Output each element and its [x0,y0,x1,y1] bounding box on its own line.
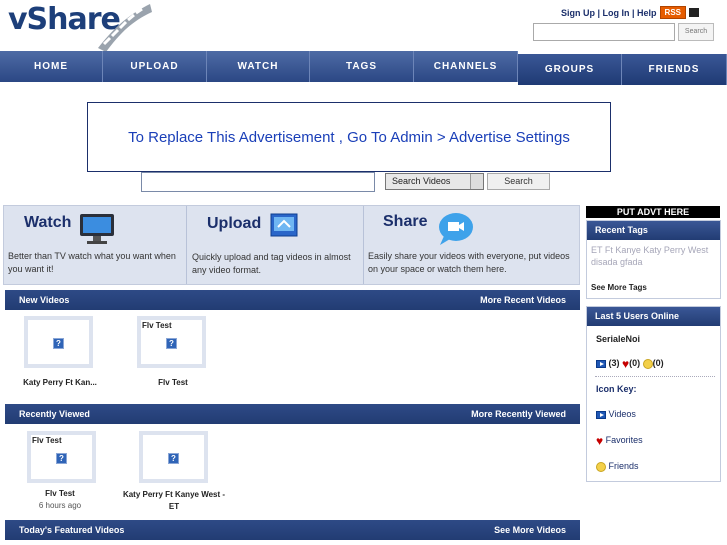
featured-videos-title: Today's Featured Videos [19,525,125,535]
more-recently-viewed-link[interactable]: More Recently Viewed [471,409,566,419]
recent-tags-box: Recent Tags ET Ft Kanye Katy Perry West … [586,220,721,299]
thumbnail-label: Flv Test [142,321,172,330]
new-videos-title: New Videos [19,295,70,305]
video-chat-bubble-icon [439,213,473,245]
video-thumbnail[interactable]: Flv Test ? [27,431,96,483]
more-recent-videos-link[interactable]: More Recent Videos [480,295,566,305]
missing-image-icon: ? [166,338,177,349]
icon-key-videos: Videos [596,409,636,419]
nav-friends[interactable]: FRIENDS [622,54,727,85]
feature-share-desc: Easily share your videos with everyone, … [368,251,570,274]
icon-key-favorites-label: Favorites [605,435,643,445]
nav-channels[interactable]: CHANNELS [414,51,518,82]
recently-viewed-header: Recently Viewed More Recently Viewed [5,404,580,424]
video-viewed-time: 6 hours ago [38,501,82,510]
features-panel: Watch Better than TV watch what you want… [3,205,580,285]
video-title[interactable]: Flv Test [17,489,103,498]
video-title[interactable]: Katy Perry Ft Kan... [5,378,115,387]
feature-watch-desc: Better than TV watch what you want when … [8,251,176,274]
video-thumbnail[interactable]: Flv Test ? [137,316,206,368]
feature-upload-title: Upload [207,215,262,232]
recent-tags-title: Recent Tags [587,221,720,240]
users-online-title: Last 5 Users Online [587,307,720,326]
main-nav: HOME UPLOAD WATCH TAGS CHANNELS GROUPS F… [0,51,727,85]
divider [595,376,715,377]
recently-viewed-title: Recently Viewed [19,409,90,419]
search-type-value: Search Videos [392,176,451,186]
nav-groups[interactable]: GROUPS [518,54,622,85]
top-links: Sign Up | Log In | Help RSS [561,6,699,19]
video-icon [596,359,606,368]
sidebar-advertisement[interactable]: PUT ADVT HERE [586,206,720,218]
video-thumbnail[interactable]: ? [139,431,208,483]
heart-icon: ♥ [596,433,604,448]
user-friends-count: (0) [652,358,664,368]
icon-key-friends: Friends [596,461,639,472]
nav-home[interactable]: HOME [0,51,103,82]
see-more-tags-link[interactable]: See More Tags [591,283,647,292]
video-title[interactable]: Flv Test [132,378,214,387]
ad-text: To Replace This Advertisement , Go To Ad… [128,128,570,146]
icon-key-friends-label: Friends [608,461,639,471]
search-type-select[interactable]: Search Videos [385,173,484,190]
missing-image-icon: ? [53,338,64,349]
smiley-icon [596,461,606,472]
video-thumbnail[interactable]: ? [24,316,93,368]
thumbnail-label: Flv Test [32,436,62,445]
site-logo[interactable]: vShare [8,0,152,52]
online-user-link[interactable]: SerialeNoi [596,334,640,344]
new-videos-header: New Videos More Recent Videos [5,290,580,310]
help-link[interactable]: Help [637,8,657,18]
video-search-input[interactable] [141,172,375,192]
rss-button[interactable]: RSS [659,6,686,19]
film-strip-icon [98,4,152,52]
see-more-videos-link[interactable]: See More Videos [494,525,566,535]
login-link[interactable]: Log In [603,8,630,18]
header-search-button[interactable]: Search [678,23,714,41]
video-title[interactable]: Katy Perry Ft Kanye West - ET [117,489,231,513]
nav-tags[interactable]: TAGS [310,51,414,82]
header-search-input[interactable] [533,23,675,41]
video-icon [596,410,606,419]
icon-key-title: Icon Key: [596,384,637,394]
missing-image-icon: ? [56,453,67,464]
upload-screen-icon [270,213,298,237]
chevron-down-icon [470,174,483,189]
smiley-icon [642,358,653,369]
video-search-button[interactable]: Search [487,173,550,190]
feature-upload: Upload Quickly upload and tag videos in … [187,206,363,284]
rss-icon[interactable] [689,8,699,17]
nav-watch[interactable]: WATCH [207,51,310,82]
separator: | [594,7,603,18]
signup-link[interactable]: Sign Up [561,8,595,18]
icon-key-favorites: ♥ Favorites [596,433,643,448]
feature-share-title: Share [383,213,428,230]
advertisement-banner[interactable]: To Replace This Advertisement , Go To Ad… [87,102,611,172]
nav-upload[interactable]: UPLOAD [103,51,207,82]
missing-image-icon: ? [168,453,179,464]
tv-monitor-icon [80,214,114,244]
separator: | [629,7,638,18]
tag-cloud[interactable]: ET Ft Kanye Katy Perry West disada gfada [587,240,720,268]
featured-videos-header: Today's Featured Videos See More Videos [5,520,580,540]
feature-watch: Watch Better than TV watch what you want… [4,206,186,284]
user-videos-count: (3) [608,358,620,368]
feature-share: Share Easily share your videos with ever… [364,206,579,284]
icon-key-videos-label: Videos [608,409,636,419]
user-stats: (3) ♥(0) (0) [596,358,664,370]
users-online-box: Last 5 Users Online SerialeNoi (3) ♥(0) … [586,306,721,482]
feature-watch-title: Watch [24,214,72,231]
user-favorites-count: (0) [629,358,641,368]
feature-upload-desc: Quickly upload and tag videos in almost … [192,252,351,275]
